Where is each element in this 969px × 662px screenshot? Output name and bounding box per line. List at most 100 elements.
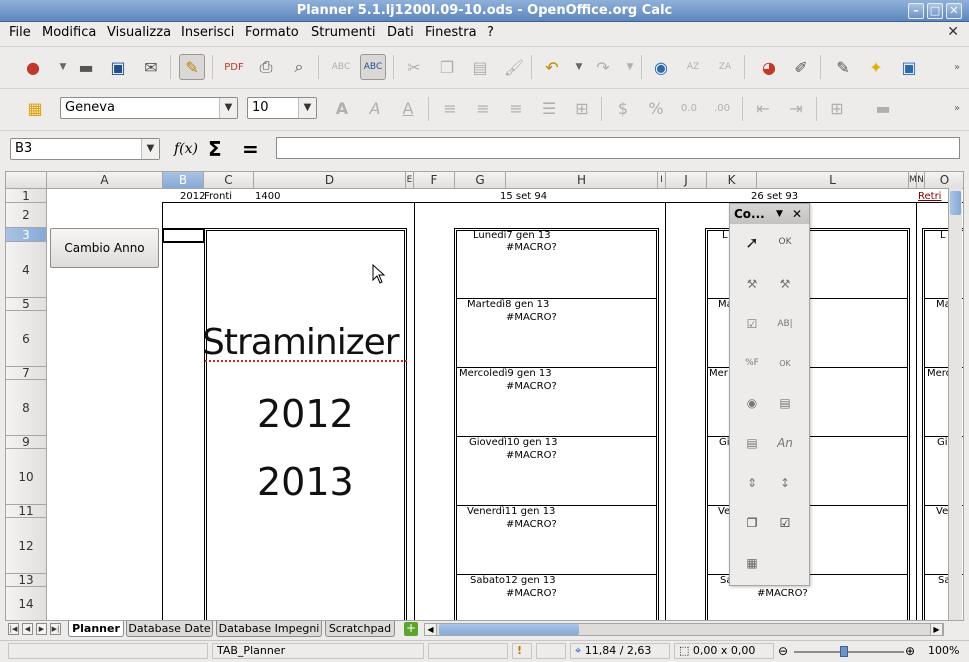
column-header[interactable]: N (917, 172, 925, 189)
push-button-control-icon[interactable]: OK (772, 229, 798, 255)
form-controls-title-bar[interactable]: Co... ▼ ✕ (730, 204, 809, 224)
column-header[interactable]: M (909, 172, 917, 189)
row-header[interactable]: 3 (6, 228, 47, 242)
listbox-control-icon[interactable]: ▤ (772, 390, 798, 416)
navigator-icon[interactable]: ✎ (830, 54, 856, 80)
menu-file[interactable]: File (9, 25, 31, 40)
sort-descending-icon[interactable]: ZA (712, 54, 738, 80)
font-size-combo[interactable]: 10 ▼ (247, 97, 317, 119)
draw-functions-icon[interactable]: ✐ (788, 54, 814, 80)
undo-dropdown-icon[interactable]: ▼ (566, 54, 592, 80)
button-control-icon[interactable]: OK (772, 350, 798, 376)
column-header[interactable]: K (707, 172, 757, 189)
close-document-icon[interactable]: ✕ (947, 24, 959, 40)
row-header[interactable]: 11 (6, 504, 47, 518)
spin-button-icon[interactable]: ⇕ (739, 470, 765, 496)
save-icon[interactable]: ▣ (105, 54, 131, 80)
bold-icon[interactable]: A (329, 95, 355, 121)
column-header[interactable]: B (163, 172, 204, 189)
prev-sheet-button[interactable]: ◀ (22, 623, 33, 635)
combobox-control-icon[interactable]: ▤ (739, 430, 765, 456)
menu-visualizza[interactable]: Visualizza (107, 25, 171, 40)
italic-icon[interactable]: A (362, 95, 388, 121)
maximize-button[interactable]: □ (927, 3, 943, 19)
increase-indent-icon[interactable]: ⇥ (783, 95, 809, 121)
row-header[interactable]: 14 (6, 587, 47, 620)
new-document-icon[interactable]: ● (20, 54, 46, 80)
sheet-tab-database-impegni[interactable]: Database Impegni (216, 621, 322, 637)
horizontal-scrollbar[interactable]: ◀ ▶ (424, 623, 944, 636)
data-sources-icon[interactable]: ▣ (896, 54, 922, 80)
scroll-right-icon[interactable]: ▶ (930, 623, 943, 636)
checkbox-control-icon[interactable]: ☑ (739, 311, 765, 337)
row-header[interactable]: 2 (6, 203, 47, 228)
function-wizard-icon[interactable]: f(x) (174, 141, 198, 157)
panel-close-icon[interactable]: ✕ (792, 204, 802, 224)
open-folder-icon[interactable]: ▬ (73, 54, 99, 80)
close-window-button[interactable]: ✕ (946, 3, 962, 19)
currency-icon[interactable]: $ (610, 95, 636, 121)
menu-inserisci[interactable]: Inserisci (181, 25, 234, 40)
menu-help[interactable]: ? (487, 25, 494, 40)
design-mode-icon[interactable]: ⚒ (739, 271, 765, 297)
column-header[interactable]: C (204, 172, 254, 189)
insert-chart-icon[interactable]: ◕ (756, 54, 782, 80)
status-page-style[interactable]: TAB_Planner (212, 643, 424, 659)
function-icon[interactable]: = (242, 137, 259, 161)
edit-mode-icon[interactable]: ✎ (179, 54, 205, 80)
sheet-tab-scratchpad[interactable]: Scratchpad (325, 621, 395, 637)
menu-modifica[interactable]: Modifica (42, 25, 96, 40)
column-header[interactable]: E (406, 172, 414, 189)
autospellcheck-icon[interactable]: ABC (360, 54, 386, 80)
sheet-tab-planner[interactable]: Planner (68, 621, 124, 637)
merge-cells-icon[interactable]: ⊞ (569, 95, 595, 121)
formatted-field-icon[interactable]: %F (739, 350, 765, 376)
hyperlink-icon[interactable]: ◉ (648, 54, 674, 80)
row-header[interactable]: 12 (6, 518, 47, 574)
wizards-icon[interactable]: ❐ (739, 510, 765, 536)
form-design-icon[interactable]: ▦ (739, 550, 765, 576)
add-decimal-icon[interactable]: .00 (709, 95, 735, 121)
chevron-down-icon[interactable]: ▼ (219, 98, 237, 118)
text-control-icon[interactable]: An (772, 430, 798, 456)
zoom-in-icon[interactable]: ⊕ (905, 644, 915, 658)
toolbar-overflow-icon[interactable]: » (944, 95, 969, 121)
scroll-left-icon[interactable]: ◀ (424, 623, 437, 636)
sum-icon[interactable]: Σ (208, 137, 222, 161)
horizontal-scroll-thumb[interactable] (439, 624, 579, 635)
sort-ascending-icon[interactable]: AZ (680, 54, 706, 80)
column-header[interactable]: H (506, 172, 658, 189)
zoom-slider[interactable] (794, 651, 904, 653)
copy-icon[interactable]: ❐ (434, 54, 460, 80)
print-icon[interactable]: ⎙ (253, 54, 279, 80)
name-box[interactable]: B3 ▼ (10, 138, 160, 160)
undo-icon[interactable]: ↶ (539, 54, 565, 80)
menu-dati[interactable]: Dati (387, 25, 414, 40)
zoom-slider-thumb[interactable] (840, 646, 848, 657)
sheet-tab-database-date[interactable]: Database Date (126, 621, 213, 637)
add-sheet-icon[interactable]: + (404, 622, 418, 636)
toolbar-overflow-icon[interactable]: » (944, 54, 969, 80)
row-header[interactable]: 10 (6, 449, 47, 505)
row-header[interactable]: 6 (6, 311, 47, 367)
column-header[interactable]: O (925, 172, 963, 189)
scrollbar-control-icon[interactable]: ↕ (772, 470, 798, 496)
align-center-icon[interactable]: ≡ (470, 95, 496, 121)
menu-finestra[interactable]: Finestra (425, 25, 477, 40)
zoom-level[interactable]: 100% (928, 644, 959, 657)
redo-dropdown-icon[interactable]: ▼ (617, 54, 643, 80)
menu-strumenti[interactable]: Strumenti (311, 25, 376, 40)
menu-formato[interactable]: Formato (245, 25, 299, 40)
column-header[interactable]: G (455, 172, 506, 189)
column-header[interactable]: D (254, 172, 406, 189)
cut-icon[interactable]: ✂ (401, 54, 427, 80)
justify-icon[interactable]: ☰ (536, 95, 562, 121)
column-header[interactable]: F (414, 172, 455, 189)
first-sheet-button[interactable]: |◀ (8, 623, 19, 635)
control-properties-icon[interactable]: ⚒ (772, 271, 798, 297)
row-header[interactable]: 13 (6, 573, 47, 587)
vertical-scroll-thumb[interactable] (950, 191, 961, 215)
column-header[interactable]: I (658, 172, 666, 189)
column-header[interactable]: J (666, 172, 707, 189)
gallery-icon[interactable]: ✦ (863, 54, 889, 80)
